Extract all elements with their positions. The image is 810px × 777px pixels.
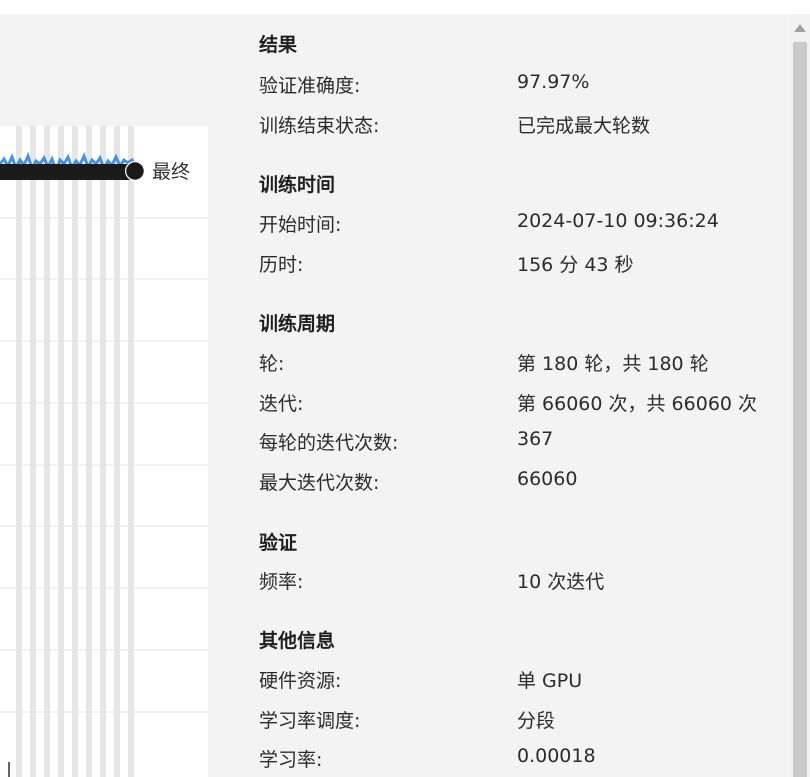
training-end-status-label: 训练结束状态: (259, 115, 380, 137)
epoch-bands (16, 126, 134, 777)
epoch-band (100, 126, 106, 777)
elapsed-time-label: 历时: (259, 254, 304, 276)
epoch-band (128, 126, 134, 777)
other-info-section-title: 其他信息 (259, 630, 336, 652)
start-time-value: 2024-07-10 09:36:24 (517, 210, 719, 232)
hardware-resource-value: 单 GPU (517, 670, 583, 692)
epoch-band (58, 126, 64, 777)
learning-rate-value: 0.00018 (517, 745, 596, 767)
top-strip (0, 0, 810, 14)
epoch-band (86, 126, 92, 777)
vertical-scrollbar[interactable] (790, 14, 810, 777)
training-cycle-section-title: 训练周期 (259, 313, 336, 335)
hardware-resource-label: 硬件资源: (259, 670, 342, 692)
scroll-up-arrow-icon[interactable] (794, 24, 806, 32)
final-marker-label: 最终 (152, 161, 191, 183)
training-plot (0, 126, 208, 777)
epoch-value: 第 180 轮，共 180 轮 (517, 353, 709, 375)
max-iterations-label: 最大迭代次数: (259, 472, 380, 494)
epoch-band (44, 126, 50, 777)
iteration-value: 第 66060 次，共 66060 次 (517, 393, 758, 415)
epoch-label: 轮: (259, 353, 285, 375)
iterations-per-epoch-value: 367 (517, 428, 554, 450)
learning-rate-label: 学习率: (259, 749, 323, 771)
epoch-band (114, 126, 120, 777)
results-section-title: 结果 (259, 34, 298, 56)
learning-rate-schedule-value: 分段 (517, 710, 556, 732)
epoch-band (72, 126, 78, 777)
start-time-label: 开始时间: (259, 214, 342, 236)
final-marker (125, 161, 145, 181)
elapsed-time-value: 156 分 43 秒 (517, 254, 634, 276)
validation-accuracy-label: 验证准确度: (259, 75, 361, 97)
training-time-section-title: 训练时间 (259, 174, 336, 196)
epoch-band (30, 126, 36, 777)
learning-rate-schedule-label: 学习率调度: (259, 710, 361, 732)
max-iterations-value: 66060 (517, 468, 578, 490)
training-progress-window: 最终 结果 验证准确度: 97.97% 训练结束状态: 已完成最大轮数 训练时间… (0, 0, 810, 777)
validation-accuracy-value: 97.97% (517, 71, 590, 93)
epoch-band (16, 126, 22, 777)
scrollbar-thumb[interactable] (793, 42, 807, 777)
validation-section-title: 验证 (259, 532, 298, 554)
iterations-per-epoch-label: 每轮的迭代次数: (259, 432, 399, 454)
validation-frequency-label: 频率: (259, 571, 304, 593)
iteration-label: 迭代: (259, 393, 304, 415)
training-plot-svg (0, 126, 208, 777)
training-end-status-value: 已完成最大轮数 (517, 115, 651, 137)
validation-frequency-value: 10 次迭代 (517, 571, 605, 593)
